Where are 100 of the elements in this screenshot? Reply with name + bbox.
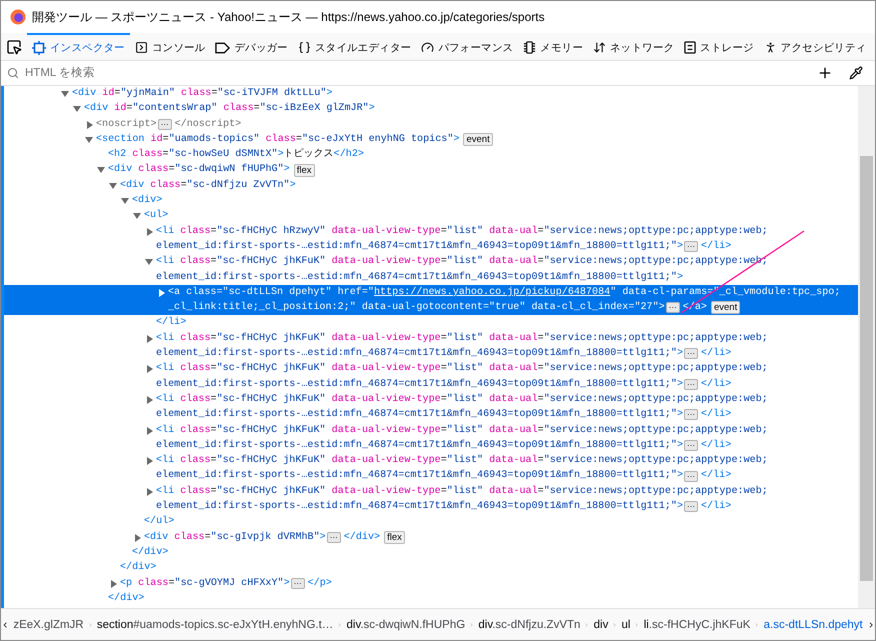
markup-text: <noscript>	[96, 118, 157, 132]
markup-text: <li class="sc-fHCHyC jhKFuK" data-ual-view-type="list" data-ual="service:news;opttype:pc;apptype:web;	[156, 484, 768, 499]
markup-text: <div class="sc-dwqiwN fHUPhG">	[108, 162, 290, 178]
console-icon	[134, 41, 148, 54]
arrows-up-down-icon	[592, 41, 606, 54]
markup-text: <section id="uamods-topics" class="sc-eJxYtH enyhNG topics">	[96, 132, 460, 147]
breadcrumb[interactable]: a.sc-dtLLSn.dpehyt	[760, 618, 867, 630]
markup-text: element_id:first-sports-…estid:mfn_46874=cmt17t1&mfn_46943=top09t1&mfn_18800=ttlg1t1;">	[156, 438, 683, 453]
markup-text: <li class="sc-fHCHyC jhKFuK" data-ual-view-type="list" data-ual="service:news;opttype:pc;apptype:web;	[156, 454, 768, 468]
node-row[interactable]: <li class="sc-fHCHyC jhKFuK" data-ual-view-type="list" data-ual="service:news;opttype:pc;apptype:web; element_id:first-sports-…estid:mfn_46874=cmt17t1&mfn_46943=top09t1&mfn_18800=ttlg1t1;"> ⋯ </li>	[4, 453, 858, 484]
search-icon	[7, 67, 19, 79]
devtools-tab[interactable]: ネットワーク	[588, 33, 680, 60]
node-row[interactable]: <li class="sc-fHCHyC jhKFuK" data-ual-view-type="list" data-ual="service:news;opttype:pc;apptype:web; element_id:first-sports-…estid:mfn_46874=cmt17t1&mfn_46943=top09t1&mfn_18800=ttlg1t1;"> ⋯ </li>	[4, 330, 858, 362]
node-row[interactable]: <div id="yjnMain" class="sc-iTVJFM dktLLu">	[4, 86, 858, 102]
devtools-tab[interactable]: メモリー	[518, 33, 588, 60]
breadcrumb[interactable]: section#uamods-topics.sc-eJxYtH.enyhNG.t…	[92, 618, 338, 630]
node-row[interactable]: <section id="uamods-topics" class="sc-eJxYtH enyhNG topics"> event	[4, 132, 858, 148]
markup-text: </div>	[344, 530, 380, 545]
devtools-tab[interactable]: パフォーマンス	[416, 33, 518, 60]
node-row[interactable]: <noscript> ⋯ </noscript>	[4, 116, 858, 132]
more-button[interactable]: ⋯	[684, 501, 698, 512]
markup-text: element_id:first-sports-…estid:mfn_46874=cmt17t1&mfn_46943=top09t1&mfn_18800=ttlg1t1;">	[156, 500, 683, 514]
devtools-tab[interactable]: スタイルエディター	[292, 33, 416, 60]
node-row[interactable]: <li class="sc-fHCHyC hRzwyV" data-ual-view-type="list" data-ual="service:news;opttype:pc;apptype:web; element_id:first-sports-…estid:mfn_46874=cmt17t1&mfn_46943=top09t1&mfn_18800=ttlg1t1;"> ⋯ </li>	[4, 224, 858, 254]
breadcrumb[interactable]: li.sc-fHCHyC.jhKFuK	[640, 618, 754, 630]
markup-text: </li>	[701, 346, 732, 362]
markup-text: </li>	[701, 438, 732, 453]
breadcrumb[interactable]: ul	[618, 618, 634, 630]
event-badge[interactable]: flex	[384, 530, 405, 544]
devtools-tab[interactable]: コンソール	[130, 33, 210, 60]
plus-icon	[817, 65, 833, 81]
node-row[interactable]: <h2 class="sc-howSeU dSMNtX">トピックス</h2>	[4, 147, 858, 162]
event-badge[interactable]: event	[710, 301, 740, 314]
scrollbar-thumb[interactable]	[860, 156, 873, 581]
eyedropper-icon	[849, 66, 863, 80]
markup-text: element_id:first-sports-…estid:mfn_46874=cmt17t1&mfn_46943=top09t1&mfn_18800=ttlg1t1;">	[156, 378, 683, 392]
markup-text: element_id:first-sports-…estid:mfn_46874=cmt17t1&mfn_46943=top09t1&mfn_18800=ttlg1t1;">	[156, 270, 683, 285]
node-row[interactable]: <li class="sc-fHCHyC jhKFuK" data-ual-view-type="list" data-ual="service:news;opttype:pc;apptype:web; element_id:first-sports-…estid:mfn_46874=cmt17t1&mfn_46943=top09t1&mfn_18800=ttlg1t1;"> ⋯ </li>	[4, 422, 858, 454]
browser-logo-icon	[10, 9, 26, 25]
storage-icon	[684, 41, 696, 54]
markup-text: element_id:first-sports-…estid:mfn_46874=cmt17t1&mfn_46943=top09t1&mfn_18800=ttlg1t1;">	[156, 240, 683, 254]
node-row[interactable]: <div class="sc-gIvpjk dVRMhB"> ⋯ </div> flex	[4, 530, 858, 545]
markup-text: <li class="sc-fHCHyC jhKFuK" data-ual-view-type="list" data-ual="service:news;opttype:pc;apptype:web;	[156, 392, 768, 407]
markup-text: <li class="sc-fHCHyC hRzwyV" data-ual-view-type="list" data-ual="service:news;opttype:pc;apptype:web;	[156, 224, 768, 239]
more-button[interactable]: ⋯	[684, 409, 698, 420]
more-button[interactable]: ⋯	[666, 302, 680, 314]
markup-text: </li>	[156, 316, 186, 330]
node-row[interactable]: <li class="sc-fHCHyC jhKFuK" data-ual-view-type="list" data-ual="service:news;opttype:pc;apptype:web; element_id:first-sports-…estid:mfn_46874=cmt17t1&mfn_46943=top09t1&mfn_18800=ttlg1t1;"> ⋯ </li>	[4, 392, 858, 423]
markup-text: <li class="sc-fHCHyC jhKFuK" data-ual-view-type="list" data-ual="service:news;opttype:pc;apptype:web;	[156, 332, 768, 346]
breadcrumb[interactable]: zEeX.glZmJR	[9, 618, 88, 630]
more-button[interactable]: ⋯	[684, 440, 698, 451]
more-button[interactable]: ⋯	[326, 532, 341, 543]
more-button[interactable]: ⋯	[684, 378, 698, 390]
node-row[interactable]: <div class="sc-dwqiwN fHUPhG"> flex	[4, 162, 858, 178]
devtools-tab[interactable]: デバッガー	[210, 33, 293, 60]
node-row[interactable]: <div class="sc-dNfjzu ZvVTn">	[4, 178, 858, 194]
markup-text: </li>	[701, 468, 732, 484]
markup-text: <div class="sc-dNfjzu ZvVTn">	[120, 178, 296, 193]
scrollbar[interactable]	[858, 86, 875, 608]
memory-chip-icon	[523, 41, 536, 54]
devtools-tab[interactable]: インスペクター	[27, 33, 130, 60]
node-row[interactable]: <li class="sc-fHCHyC jhKFuK" data-ual-view-type="list" data-ual="service:news;opttype:pc;apptype:web; element_id:first-sports-…estid:mfn_46874=cmt17t1&mfn_46943=top09t1&mfn_18800=ttlg1t1;"> ⋯ </li>	[4, 484, 858, 514]
more-button[interactable]: ⋯	[290, 578, 305, 589]
markup-text: <li class="sc-fHCHyC jhKFuK" data-ual-view-type="list" data-ual="service:news;opttype:pc;apptype:web;	[156, 362, 768, 376]
markup-text: _cl_link:title;_cl_position:2;" data-ual-gotocontent="true" data-cl_cl_index="27">	[168, 300, 665, 316]
markup-text: <p class="sc-gVOYMJ cHFXxY">	[120, 576, 290, 590]
devtools-tab[interactable]: ストレージ	[679, 33, 759, 60]
node-row[interactable]: <li class="sc-fHCHyC jhKFuK" data-ual-view-type="list" data-ual="service:news;opttype:pc;apptype:web; element_id:first-sports-…estid:mfn_46874=cmt17t1&mfn_46943=top09t1&mfn_18800=ttlg1t1;"> ⋯ </li>	[4, 361, 858, 392]
markup-text: <div id="yjnMain" class="sc-iTVJFM dktLLu">	[72, 86, 332, 101]
breadcrumb[interactable]: div.sc-dwqiwN.fHUPhG	[342, 618, 470, 630]
event-badge[interactable]: event	[463, 133, 493, 146]
breadcrumb[interactable]: div	[590, 618, 612, 630]
node-row[interactable]: <p class="sc-gVOYMJ cHFXxY"> ⋯ </p>	[4, 576, 858, 591]
node-row[interactable]: <div>	[4, 193, 858, 208]
markup-text: element_id:first-sports-…estid:mfn_46874=cmt17t1&mfn_46943=top09t1&mfn_18800=ttlg1t1;">	[156, 408, 683, 422]
accessibility-icon	[764, 41, 777, 54]
gauge-icon	[421, 41, 434, 54]
search-field[interactable]: HTML を検索	[23, 66, 807, 80]
markup-text: </noscript>	[174, 118, 242, 132]
more-button[interactable]: ⋯	[158, 118, 172, 130]
markup-text: </li>	[701, 500, 732, 514]
more-button[interactable]: ⋯	[684, 348, 698, 360]
markup-text: </li>	[701, 408, 732, 422]
more-button[interactable]: ⋯	[684, 241, 698, 252]
breadcrumb[interactable]: div.sc-dNfjzu.ZvVTn	[474, 618, 584, 630]
event-badge[interactable]: flex	[294, 164, 315, 177]
braces-icon	[298, 41, 311, 54]
devtools-tab[interactable]: アクセシビリティ	[758, 33, 872, 60]
markup-text: <li class="sc-fHCHyC jhKFuK" data-ual-view-type="list" data-ual="service:news;opttype:pc;apptype:web;	[156, 424, 768, 438]
markup-text: </li>	[701, 378, 732, 392]
markup-text: element_id:first-sports-…estid:mfn_46874=cmt17t1&mfn_46943=top09t1&mfn_18800=ttlg1t1;">	[156, 346, 683, 362]
pointer-in-square-icon	[6, 38, 22, 54]
node-row[interactable]: <ul>	[4, 208, 858, 224]
more-button[interactable]: ⋯	[684, 470, 698, 482]
inspector-icon	[32, 40, 46, 54]
markup-text: <div class="sc-gIvpjk dVRMhB">	[144, 530, 326, 545]
selected-row[interactable]	[4, 284, 858, 316]
markup-text: </ul>	[144, 514, 174, 530]
node-row[interactable]: <div id="contentsWrap" class="sc-iBzEeX glZmJR">	[4, 101, 858, 117]
tag-shape-icon	[215, 42, 230, 54]
